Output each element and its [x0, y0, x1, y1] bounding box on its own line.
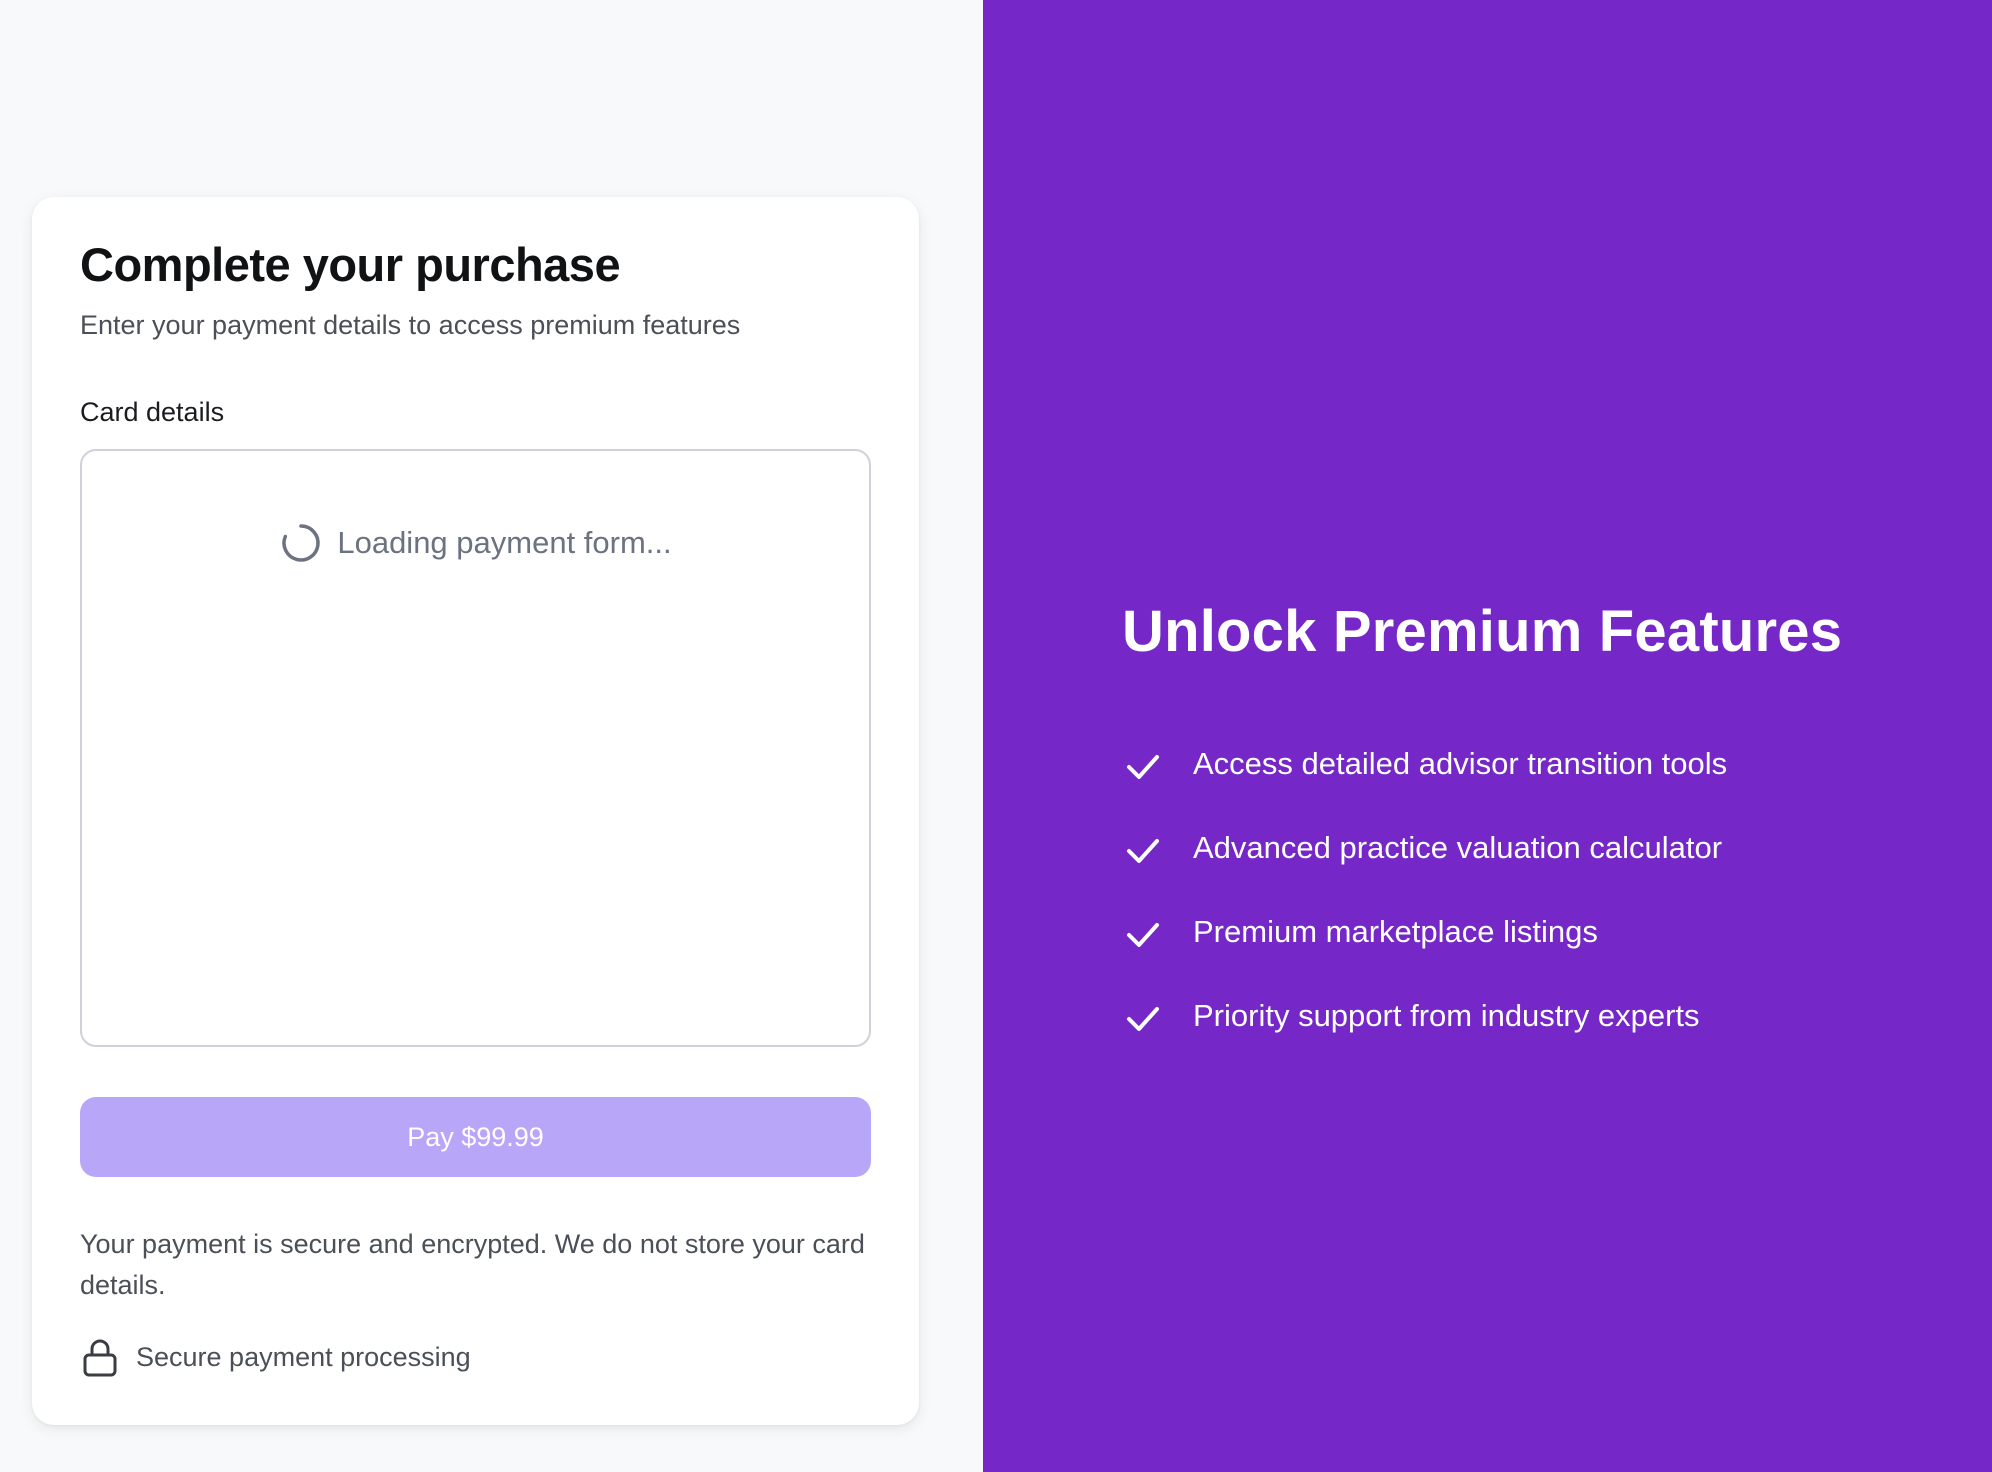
page-subtitle: Enter your payment details to access pre… [80, 310, 741, 340]
checkout-pane: Complete your purchase Enter your paymen… [0, 0, 983, 1472]
feature-item: Priority support from industry experts [1122, 974, 1727, 1058]
feature-text: Advanced practice valuation calculator [1193, 830, 1723, 865]
card-details-field[interactable]: Loading payment form... [80, 449, 871, 1047]
loading-indicator: Loading payment form... [82, 521, 869, 565]
feature-text: Access detailed advisor transition tools [1193, 746, 1728, 781]
feature-text: Priority support from industry experts [1193, 998, 1700, 1033]
feature-list: Access detailed advisor transition tools… [1122, 722, 1727, 1058]
security-note: Your payment is secure and encrypted. We… [80, 1229, 865, 1300]
page-title: Complete your purchase [80, 238, 621, 291]
loading-spinner-icon [279, 521, 323, 565]
lock-icon [80, 1337, 120, 1377]
loading-text: Loading payment form... [337, 525, 672, 560]
promo-pane: Unlock Premium Features Access detailed … [983, 0, 1992, 1472]
feature-item: Advanced practice valuation calculator [1122, 806, 1727, 890]
feature-item: Premium marketplace listings [1122, 890, 1727, 974]
check-icon [1122, 997, 1164, 1039]
check-icon [1122, 829, 1164, 871]
card-details-label: Card details [80, 397, 225, 427]
secure-label: Secure payment processing [136, 1341, 471, 1372]
promo-title: Unlock Premium Features [1122, 599, 1843, 664]
payment-card: Complete your purchase Enter your paymen… [32, 197, 919, 1425]
pay-button[interactable]: Pay $99.99 [80, 1097, 871, 1177]
secure-badge: Secure payment processing [80, 1337, 471, 1377]
feature-text: Premium marketplace listings [1193, 914, 1598, 949]
check-icon [1122, 745, 1164, 787]
check-icon [1122, 913, 1164, 955]
feature-item: Access detailed advisor transition tools [1122, 722, 1727, 806]
